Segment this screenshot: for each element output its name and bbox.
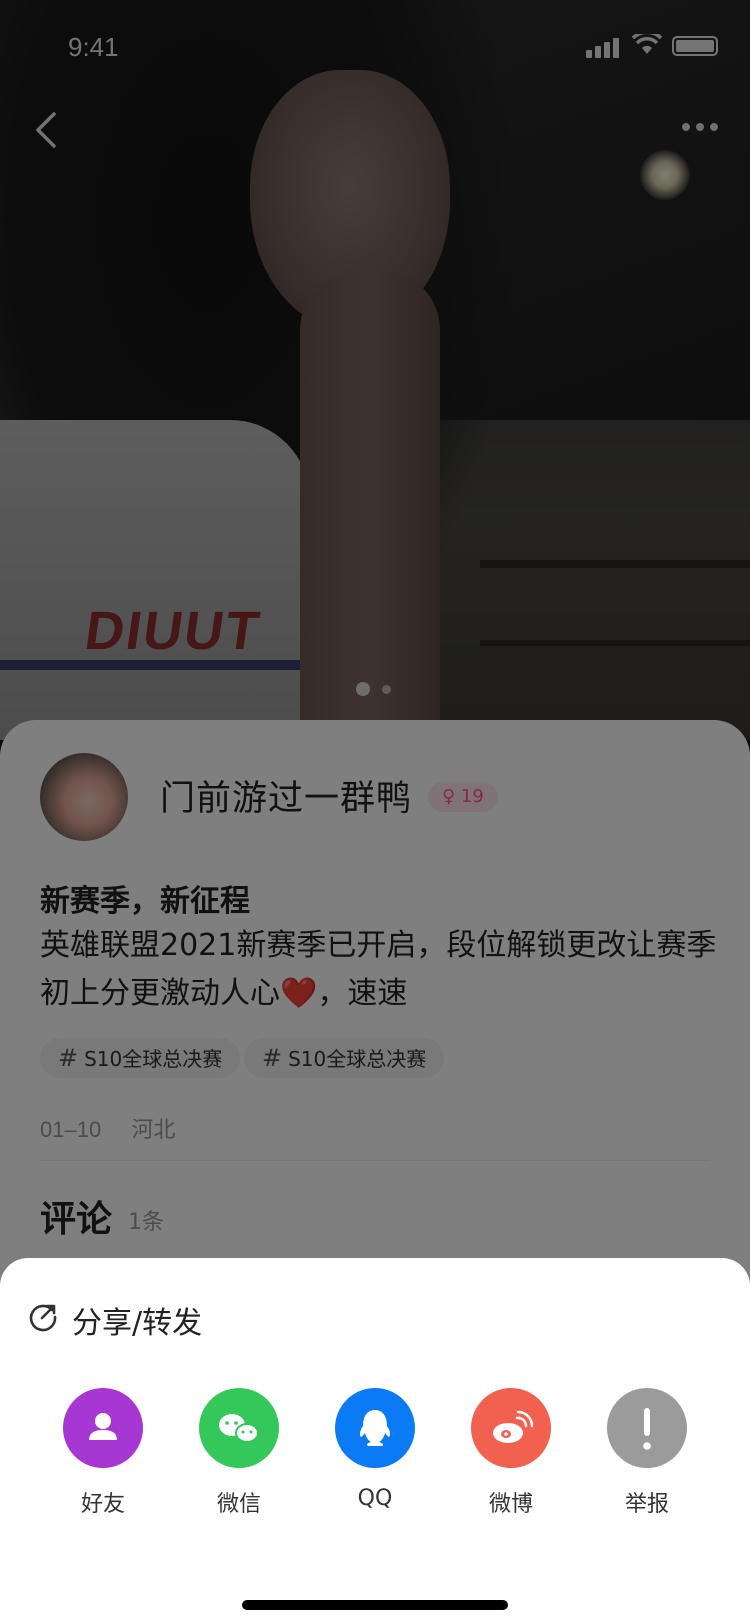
share-weibo-button[interactable]: 微博 — [451, 1388, 571, 1518]
share-friend-button[interactable]: 好友 — [43, 1388, 163, 1518]
qq-icon — [335, 1388, 415, 1468]
share-item-label: 好友 — [80, 1492, 125, 1517]
share-item-label: 举报 — [624, 1492, 669, 1517]
weibo-icon — [471, 1388, 551, 1468]
share-icon — [29, 1304, 57, 1332]
report-icon — [607, 1388, 687, 1468]
home-indicator[interactable] — [242, 1600, 508, 1610]
friend-icon — [63, 1388, 143, 1468]
share-item-label: QQ — [357, 1486, 393, 1511]
share-sheet-title: 分享/转发 — [72, 1306, 203, 1341]
report-button[interactable]: 举报 — [587, 1388, 707, 1518]
share-item-label: 微博 — [488, 1492, 533, 1517]
share-qq-button[interactable]: QQ — [315, 1388, 435, 1511]
share-item-label: 微信 — [216, 1492, 261, 1517]
share-wechat-button[interactable]: 微信 — [179, 1388, 299, 1518]
wechat-icon — [199, 1388, 279, 1468]
